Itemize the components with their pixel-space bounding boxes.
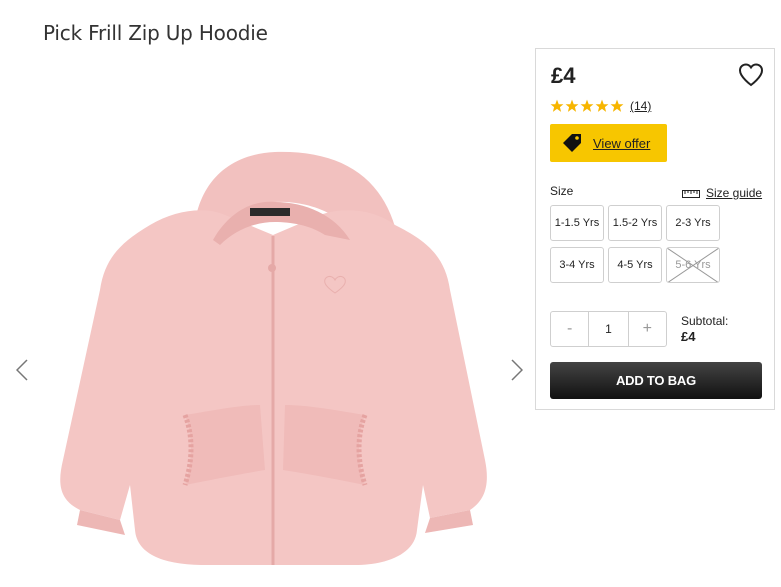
star-icon [580,99,594,112]
gallery-next-button[interactable] [507,355,527,385]
subtotal: Subtotal: £4 [681,313,728,345]
quantity-decrease-button[interactable]: - [551,312,588,346]
star-icon [550,99,564,112]
size-guide-label: Size guide [706,186,763,200]
chevron-right-icon [511,359,523,381]
size-options: 1-1.5 Yrs 1.5-2 Yrs 2-3 Yrs 3-4 Yrs 4-5 … [550,205,725,283]
subtotal-value: £4 [681,329,696,344]
quantity-increase-button[interactable]: + [629,312,666,346]
heart-icon [738,63,764,87]
add-to-bag-button[interactable]: ADD TO BAG [550,362,762,399]
chevron-left-icon [16,359,28,381]
rating-stars: (14) [550,99,651,113]
quantity-input[interactable]: 1 [588,312,629,346]
purchase-panel: £4 (14) View offer Size Size guide 1-1.5… [535,48,775,410]
ruler-icon [682,190,700,198]
star-icon [565,99,579,112]
reviews-link[interactable]: (14) [630,99,651,113]
size-guide-link[interactable]: Size guide [682,186,762,200]
product-image [60,151,487,565]
quantity-stepper: - 1 + [550,311,667,347]
size-option[interactable]: 3-4 Yrs [550,247,604,283]
view-offer-label: View offer [593,135,651,151]
size-label: Size [550,184,574,198]
size-option[interactable]: 1-1.5 Yrs [550,205,604,241]
subtotal-label: Subtotal: [681,314,729,328]
wishlist-button[interactable] [738,63,764,87]
size-option[interactable]: 4-5 Yrs [608,247,662,283]
size-option[interactable]: 1.5-2 Yrs [608,205,662,241]
size-option-unavailable: 5-6 Yrs [666,247,720,283]
gallery-prev-button[interactable] [12,355,32,385]
product-title: Pick Frill Zip Up Hoodie [43,21,268,46]
price: £4 [551,63,576,88]
size-option[interactable]: 2-3 Yrs [666,205,720,241]
tag-icon [563,134,581,152]
star-icon [610,99,624,112]
view-offer-button[interactable]: View offer [550,124,667,162]
star-icon [595,99,609,112]
